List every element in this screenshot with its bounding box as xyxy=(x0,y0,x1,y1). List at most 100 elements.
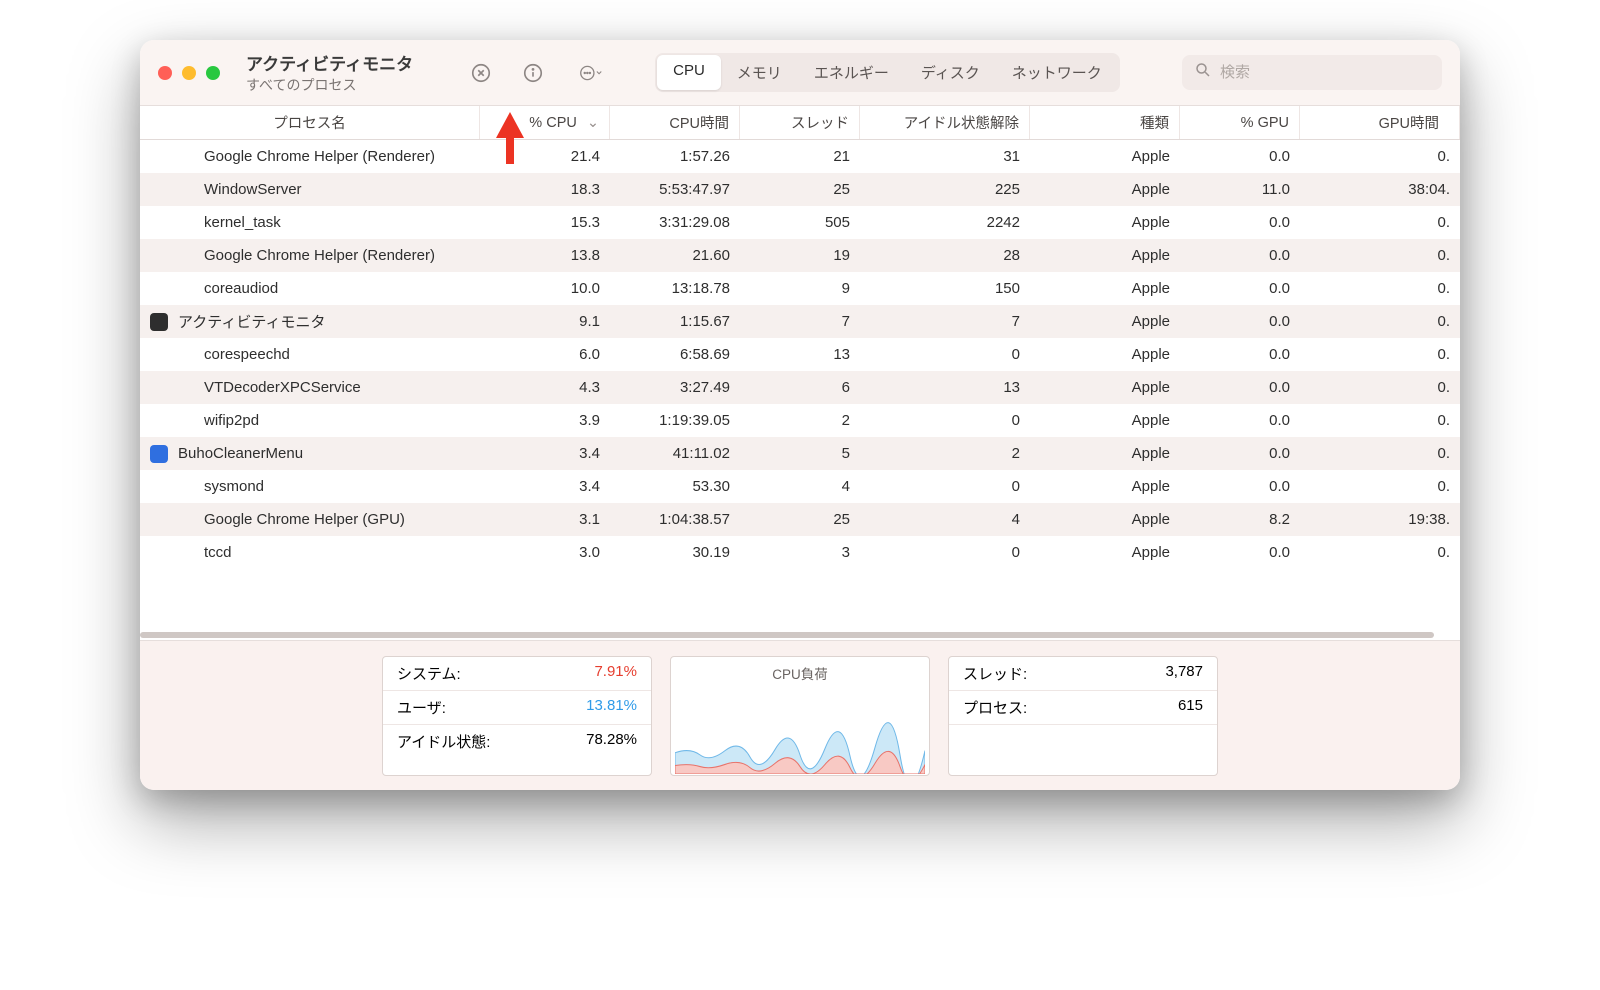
table-row[interactable]: アクティビティモニタ9.11:15.6777Apple0.00. xyxy=(140,305,1460,338)
search-icon xyxy=(1194,61,1212,84)
gpu-time-value: 0. xyxy=(1300,346,1460,363)
title-block: アクティビティモニタ すべてのプロセス xyxy=(246,50,413,95)
process-name: WindowServer xyxy=(204,181,302,198)
gpu-value: 8.2 xyxy=(1180,511,1300,528)
kind-value: Apple xyxy=(1030,181,1180,198)
cpu-time-value: 6:58.69 xyxy=(610,346,740,363)
table-header: プロセス名 % CPU⌄ CPU時間 スレッド アイドル状態解除 種類 % GP… xyxy=(140,106,1460,140)
tab-disk[interactable]: ディスク xyxy=(905,55,996,90)
col-kind[interactable]: 種類 xyxy=(1030,106,1180,139)
table-row[interactable]: wifip2pd3.91:19:39.0520Apple0.00. xyxy=(140,404,1460,437)
col-gpu[interactable]: % GPU xyxy=(1180,106,1300,139)
threads-value: 4 xyxy=(740,478,860,495)
idle-wake-value: 4 xyxy=(860,511,1030,528)
close-window-button[interactable] xyxy=(158,66,172,80)
idle-wake-value: 13 xyxy=(860,379,1030,396)
process-name: wifip2pd xyxy=(204,412,259,429)
kind-value: Apple xyxy=(1030,346,1180,363)
horizontal-scrollbar[interactable] xyxy=(140,630,1460,640)
cpu-stats-panel: システム:7.91% ユーザ:13.81% アイドル状態:78.28% xyxy=(382,656,652,776)
process-name: Google Chrome Helper (Renderer) xyxy=(204,148,435,165)
idle-wake-value: 0 xyxy=(860,346,1030,363)
cpu-time-value: 13:18.78 xyxy=(610,280,740,297)
procs-label: プロセス: xyxy=(963,697,1027,718)
table-row[interactable]: Google Chrome Helper (Renderer)21.41:57.… xyxy=(140,140,1460,173)
gpu-value: 0.0 xyxy=(1180,445,1300,462)
minimize-window-button[interactable] xyxy=(182,66,196,80)
table-row[interactable]: Google Chrome Helper (GPU)3.11:04:38.572… xyxy=(140,503,1460,536)
kind-value: Apple xyxy=(1030,445,1180,462)
threads-value: 9 xyxy=(740,280,860,297)
tab-energy[interactable]: エネルギー xyxy=(798,55,905,90)
cpu-value: 9.1 xyxy=(480,313,610,330)
table-row[interactable]: WindowServer18.35:53:47.9725225Apple11.0… xyxy=(140,173,1460,206)
threads-value: 19 xyxy=(740,247,860,264)
user-label: ユーザ: xyxy=(397,697,446,718)
kind-value: Apple xyxy=(1030,544,1180,561)
process-table: プロセス名 % CPU⌄ CPU時間 スレッド アイドル状態解除 種類 % GP… xyxy=(140,106,1460,640)
search-input[interactable] xyxy=(1220,64,1430,81)
idle-wake-value: 2 xyxy=(860,445,1030,462)
col-idle-wake[interactable]: アイドル状態解除 xyxy=(860,106,1030,139)
gpu-time-value: 0. xyxy=(1300,379,1460,396)
idle-wake-value: 0 xyxy=(860,412,1030,429)
cpu-time-value: 1:57.26 xyxy=(610,148,740,165)
table-row[interactable]: VTDecoderXPCService4.33:27.49613Apple0.0… xyxy=(140,371,1460,404)
col-cpu-time[interactable]: CPU時間 xyxy=(610,106,740,139)
tab-memory[interactable]: メモリ xyxy=(721,55,798,90)
col-process-name[interactable]: プロセス名 xyxy=(140,106,480,139)
system-label: システム: xyxy=(397,663,461,684)
info-button[interactable] xyxy=(519,59,547,87)
zoom-window-button[interactable] xyxy=(206,66,220,80)
more-options-button[interactable] xyxy=(571,59,611,87)
col-cpu[interactable]: % CPU⌄ xyxy=(480,106,610,139)
tab-cpu[interactable]: CPU xyxy=(657,55,721,90)
idle-label: アイドル状態: xyxy=(397,731,490,752)
table-row[interactable]: BuhoCleanerMenu3.441:11.0252Apple0.00. xyxy=(140,437,1460,470)
gpu-value: 0.0 xyxy=(1180,478,1300,495)
table-row[interactable]: kernel_task15.33:31:29.085052242Apple0.0… xyxy=(140,206,1460,239)
cpu-value: 3.4 xyxy=(480,478,610,495)
process-name: tccd xyxy=(204,544,232,561)
cpu-time-value: 41:11.02 xyxy=(610,445,740,462)
threads-value: 7 xyxy=(740,313,860,330)
table-row[interactable]: sysmond3.453.3040Apple0.00. xyxy=(140,470,1460,503)
window-subtitle: すべてのプロセス xyxy=(246,75,413,95)
chart-title: CPU負荷 xyxy=(671,657,929,689)
table-row[interactable]: corespeechd6.06:58.69130Apple0.00. xyxy=(140,338,1460,371)
cpu-time-value: 3:27.49 xyxy=(610,379,740,396)
gpu-time-value: 19:38. xyxy=(1300,511,1460,528)
cpu-time-value: 30.19 xyxy=(610,544,740,561)
gpu-value: 0.0 xyxy=(1180,280,1300,297)
col-threads[interactable]: スレッド xyxy=(740,106,860,139)
cpu-value: 6.0 xyxy=(480,346,610,363)
table-row[interactable]: coreaudiod10.013:18.789150Apple0.00. xyxy=(140,272,1460,305)
stop-process-button[interactable] xyxy=(467,59,495,87)
gpu-value: 0.0 xyxy=(1180,346,1300,363)
table-body[interactable]: Google Chrome Helper (Renderer)21.41:57.… xyxy=(140,140,1460,630)
tab-network[interactable]: ネットワーク xyxy=(996,55,1118,90)
system-value: 7.91% xyxy=(594,663,637,684)
process-name: Google Chrome Helper (Renderer) xyxy=(204,247,435,264)
activity-monitor-window: アクティビティモニタ すべてのプロセス CPU メモリ エネルギー ディスク ネ… xyxy=(140,40,1460,790)
threads-value: 25 xyxy=(740,511,860,528)
cpu-time-value: 1:19:39.05 xyxy=(610,412,740,429)
process-name: アクティビティモニタ xyxy=(178,311,325,332)
sort-indicator-icon: ⌄ xyxy=(587,115,599,131)
gpu-time-value: 0. xyxy=(1300,280,1460,297)
window-title: アクティビティモニタ xyxy=(246,50,413,75)
gpu-time-value: 0. xyxy=(1300,148,1460,165)
threads-value: 13 xyxy=(740,346,860,363)
process-name: coreaudiod xyxy=(204,280,278,297)
cpu-value: 3.9 xyxy=(480,412,610,429)
table-row[interactable]: tccd3.030.1930Apple0.00. xyxy=(140,536,1460,569)
titlebar: アクティビティモニタ すべてのプロセス CPU メモリ エネルギー ディスク ネ… xyxy=(140,40,1460,106)
gpu-value: 0.0 xyxy=(1180,544,1300,561)
search-field[interactable] xyxy=(1182,55,1442,90)
threads-value: 5 xyxy=(740,445,860,462)
col-gpu-time[interactable]: GPU時間 xyxy=(1300,106,1460,139)
process-name: kernel_task xyxy=(204,214,281,231)
cpu-value: 4.3 xyxy=(480,379,610,396)
threads-label: スレッド: xyxy=(963,663,1027,684)
table-row[interactable]: Google Chrome Helper (Renderer)13.821.60… xyxy=(140,239,1460,272)
